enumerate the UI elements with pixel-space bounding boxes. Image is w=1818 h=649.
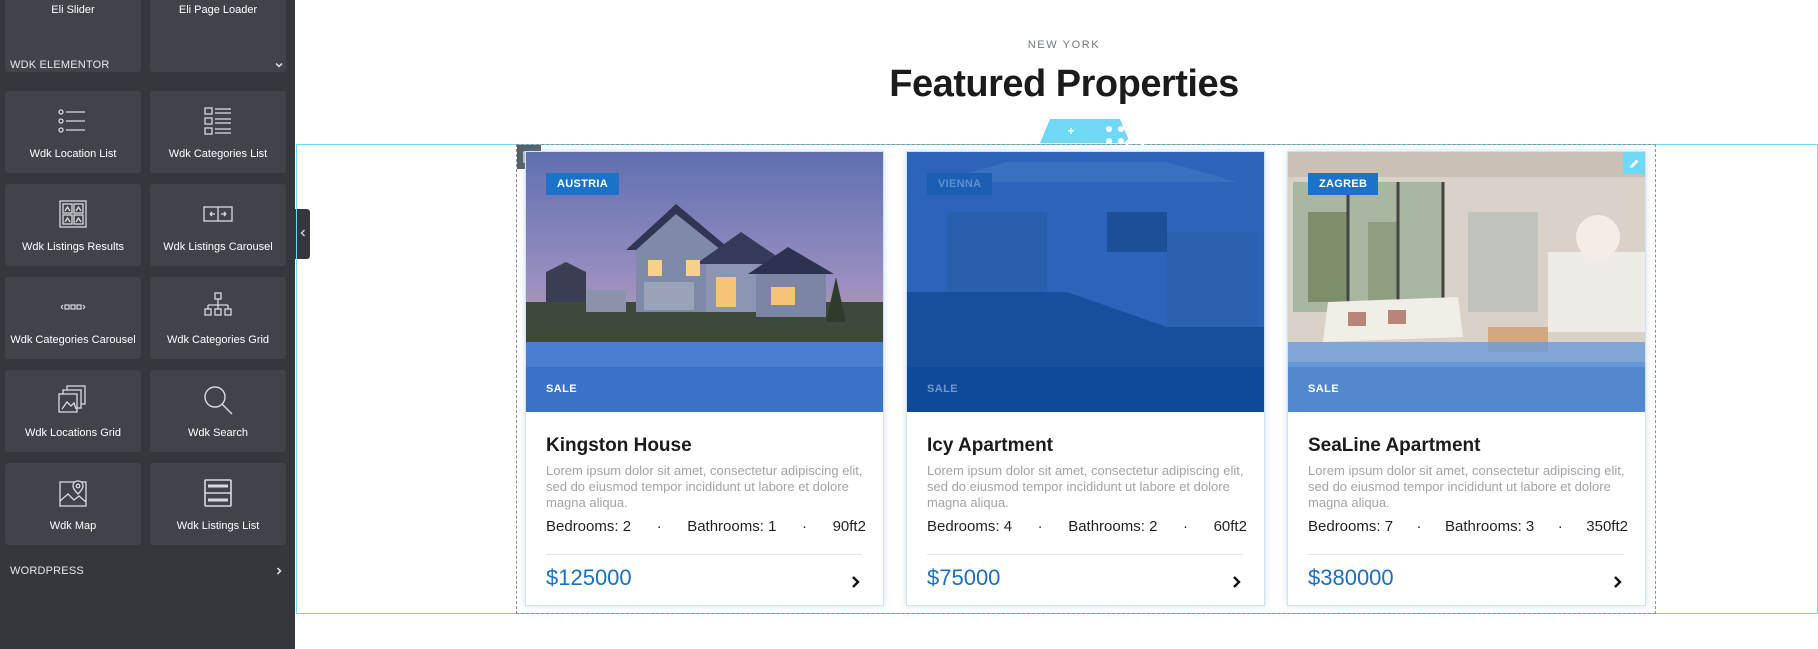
property-title[interactable]: Kingston House (546, 435, 692, 457)
widget-wdk-listings-results[interactable]: Wdk Listings Results (5, 184, 141, 266)
locations-grid-icon (5, 384, 141, 416)
separator-dot: · (1183, 518, 1188, 535)
widget-label: Wdk Categories Carousel (10, 334, 136, 346)
divider (546, 554, 862, 555)
property-features: Bedrooms: 2 · Bathrooms: 1 · 90ft2 (546, 518, 866, 535)
chevron-right-icon[interactable] (849, 574, 863, 590)
property-features: Bedrooms: 4 · Bathrooms: 2 · 60ft2 (927, 518, 1247, 535)
sale-label: SALE (1308, 383, 1339, 395)
widget-wdk-map[interactable]: Wdk Map (5, 463, 141, 545)
widget-label: Wdk Listings List (176, 520, 260, 532)
chevron-down-icon (273, 59, 285, 71)
bathrooms-count: Bathrooms: 3 (1445, 518, 1535, 535)
property-title[interactable]: SeaLine Apartment (1308, 435, 1480, 457)
property-description: Lorem ipsum dolor sit amet, consectetur … (1308, 463, 1625, 510)
property-card[interactable]: ZAGREB SALE SeaLine Apartment Lorem ipsu… (1287, 151, 1646, 606)
property-description: Lorem ipsum dolor sit amet, consectetur … (927, 463, 1244, 510)
section-handle-toolbar: + (1040, 119, 1146, 146)
divider (927, 554, 1243, 555)
listings-results-icon (5, 198, 141, 230)
widget-label: Eli Slider (51, 4, 95, 16)
area-size: 90ft2 (832, 518, 866, 535)
widget-label: Wdk Search (188, 427, 248, 439)
sale-label: SALE (546, 383, 577, 395)
listings-list-icon (150, 477, 286, 509)
close-icon[interactable] (1090, 123, 1146, 146)
category-wordpress[interactable]: WORDPRESS (10, 561, 285, 581)
property-card[interactable]: VIENNA SALE Icy Apartment Lorem ipsum do… (906, 151, 1265, 606)
categories-grid-icon (150, 291, 286, 323)
location-badge[interactable]: ZAGREB (1308, 173, 1379, 195)
location-badge[interactable]: AUSTRIA (546, 173, 619, 195)
widget-label: Wdk Categories Grid (166, 334, 270, 346)
widget-label: Wdk Locations Grid (25, 427, 121, 439)
chevron-right-icon[interactable] (1611, 574, 1625, 590)
bedrooms-count: Bedrooms: 7 (1308, 518, 1394, 535)
widget-wdk-listings-carousel[interactable]: Wdk Listings Carousel (150, 184, 286, 266)
property-title[interactable]: Icy Apartment (927, 435, 1053, 457)
widget-wdk-categories-list[interactable]: Wdk Categories List (150, 91, 286, 173)
chevron-right-icon (273, 565, 285, 577)
edit-widget-icon[interactable] (1623, 152, 1645, 174)
property-card[interactable]: AUSTRIA SALE Kingston House Lorem ipsum … (525, 151, 884, 606)
separator-dot: · (1037, 518, 1043, 535)
separator-dot: · (1416, 518, 1422, 535)
elementor-widget-panel: Eli Slider Eli Page Loader WDK ELEMENTOR… (0, 0, 295, 649)
section-subtitle: NEW YORK (1027, 39, 1101, 51)
categories-list-icon (150, 105, 286, 137)
widget-wdk-categories-carousel[interactable]: Wdk Categories Carousel (5, 277, 141, 359)
widget-label: Eli Page Loader (178, 4, 258, 16)
divider (1308, 554, 1624, 555)
widget-label: Wdk Map (49, 520, 97, 532)
property-price[interactable]: $75000 (927, 565, 1000, 591)
widget-wdk-listings-list[interactable]: Wdk Listings List (150, 463, 286, 545)
categories-carousel-icon (5, 291, 141, 323)
widget-label: Wdk Location List (29, 148, 117, 160)
area-size: 60ft2 (1213, 518, 1247, 535)
widget-label: Wdk Listings Carousel (163, 241, 273, 253)
search-icon (150, 384, 286, 416)
section-title: Featured Properties (889, 63, 1239, 105)
separator-dot: · (1557, 518, 1563, 535)
location-badge[interactable]: VIENNA (927, 173, 993, 195)
bedrooms-count: Bedrooms: 2 (546, 518, 632, 535)
bathrooms-count: Bathrooms: 2 (1068, 518, 1158, 535)
widget-label: Wdk Listings Results (21, 241, 125, 253)
widget-wdk-location-list[interactable]: Wdk Location List (5, 91, 141, 173)
sale-label: SALE (927, 383, 958, 395)
widget-label: Wdk Categories List (168, 148, 268, 160)
area-size: 350ft2 (1586, 518, 1628, 535)
category-title: WORDPRESS (10, 565, 84, 577)
separator-dot: · (656, 518, 662, 535)
widget-wdk-categories-grid[interactable]: Wdk Categories Grid (150, 277, 286, 359)
widget-wdk-locations-grid[interactable]: Wdk Locations Grid (5, 370, 141, 452)
category-wdk-elementor[interactable]: WDK ELEMENTOR (10, 55, 285, 75)
bedrooms-count: Bedrooms: 4 (927, 518, 1013, 535)
property-description: Lorem ipsum dolor sit amet, consectetur … (546, 463, 863, 510)
listings-carousel-icon (150, 198, 286, 230)
separator-dot: · (802, 518, 807, 535)
location-list-icon (5, 105, 141, 137)
chevron-right-icon[interactable] (1230, 574, 1244, 590)
property-price[interactable]: $125000 (546, 565, 632, 591)
property-features: Bedrooms: 7 · Bathrooms: 3 · 350ft2 (1308, 518, 1628, 535)
bathrooms-count: Bathrooms: 1 (687, 518, 777, 535)
map-icon (5, 477, 141, 509)
category-title: WDK ELEMENTOR (10, 59, 110, 71)
property-price[interactable]: $380000 (1308, 565, 1394, 591)
widget-wdk-search[interactable]: Wdk Search (150, 370, 286, 452)
